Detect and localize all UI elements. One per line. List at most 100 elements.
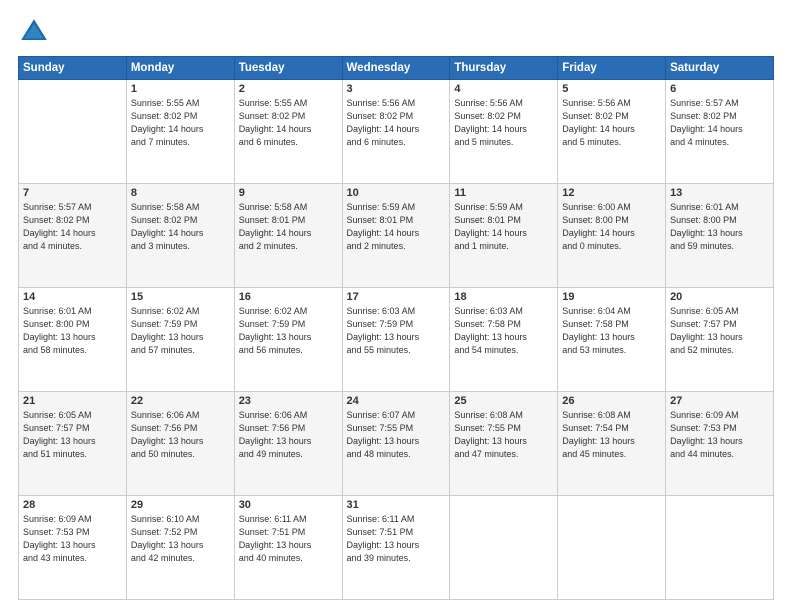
- day-info: Sunrise: 6:03 AM Sunset: 7:59 PM Dayligh…: [347, 305, 446, 357]
- calendar-day-cell: 14Sunrise: 6:01 AM Sunset: 8:00 PM Dayli…: [19, 288, 127, 392]
- calendar-day-cell: 7 Sunrise: 5:57 AM Sunset: 8:02 PM Daylig…: [19, 184, 127, 288]
- day-number: 28: [23, 499, 122, 511]
- day-number: 13: [670, 187, 769, 199]
- calendar-day-cell: 13Sunrise: 6:01 AM Sunset: 8:00 PM Dayli…: [666, 184, 774, 288]
- calendar-day-cell: 5 Sunrise: 5:56 AM Sunset: 8:02 PM Daylig…: [558, 80, 666, 184]
- day-info: Sunrise: 6:09 AM Sunset: 7:53 PM Dayligh…: [670, 409, 769, 461]
- day-info: Sunrise: 6:05 AM Sunset: 7:57 PM Dayligh…: [670, 305, 769, 357]
- calendar-day-cell: [450, 496, 558, 600]
- calendar-day-cell: 30Sunrise: 6:11 AM Sunset: 7:51 PM Dayli…: [234, 496, 342, 600]
- calendar-day-cell: 6 Sunrise: 5:57 AM Sunset: 8:02 PM Daylig…: [666, 80, 774, 184]
- day-number: 25: [454, 395, 553, 407]
- day-info: Sunrise: 5:56 AM Sunset: 8:02 PM Dayligh…: [562, 97, 661, 149]
- day-number: 18: [454, 291, 553, 303]
- calendar-week-row: 14Sunrise: 6:01 AM Sunset: 8:00 PM Dayli…: [19, 288, 774, 392]
- day-number: 16: [239, 291, 338, 303]
- day-info: Sunrise: 6:02 AM Sunset: 7:59 PM Dayligh…: [131, 305, 230, 357]
- logo-icon: [18, 16, 50, 48]
- day-info: Sunrise: 6:04 AM Sunset: 7:58 PM Dayligh…: [562, 305, 661, 357]
- calendar-day-cell: 15 Sunrise: 6:02 AM Sunset: 7:59 PM Dayli…: [126, 288, 234, 392]
- day-number: 7: [23, 187, 122, 199]
- calendar-day-cell: 23Sunrise: 6:06 AM Sunset: 7:56 PM Dayli…: [234, 392, 342, 496]
- calendar-day-header: Thursday: [450, 57, 558, 80]
- calendar-day-cell: 28 Sunrise: 6:09 AM Sunset: 7:53 PM Dayli…: [19, 496, 127, 600]
- day-number: 24: [347, 395, 446, 407]
- calendar-day-cell: 18 Sunrise: 6:03 AM Sunset: 7:58 PM Dayli…: [450, 288, 558, 392]
- calendar-day-cell: 19 Sunrise: 6:04 AM Sunset: 7:58 PM Dayli…: [558, 288, 666, 392]
- day-number: 10: [347, 187, 446, 199]
- calendar-day-header: Monday: [126, 57, 234, 80]
- day-info: Sunrise: 6:08 AM Sunset: 7:54 PM Dayligh…: [562, 409, 661, 461]
- day-info: Sunrise: 5:57 AM Sunset: 8:02 PM Dayligh…: [670, 97, 769, 149]
- calendar-day-header: Wednesday: [342, 57, 450, 80]
- day-info: Sunrise: 5:56 AM Sunset: 8:02 PM Dayligh…: [454, 97, 553, 149]
- day-number: 26: [562, 395, 661, 407]
- calendar-day-cell: [558, 496, 666, 600]
- calendar-day-cell: 27 Sunrise: 6:09 AM Sunset: 7:53 PM Dayli…: [666, 392, 774, 496]
- day-number: 1: [131, 83, 230, 95]
- day-info: Sunrise: 5:57 AM Sunset: 8:02 PM Dayligh…: [23, 201, 122, 253]
- calendar-day-cell: 12 Sunrise: 6:00 AM Sunset: 8:00 PM Dayli…: [558, 184, 666, 288]
- calendar-day-header: Saturday: [666, 57, 774, 80]
- calendar-day-cell: [666, 496, 774, 600]
- day-number: 31: [347, 499, 446, 511]
- calendar-day-cell: 17 Sunrise: 6:03 AM Sunset: 7:59 PM Dayli…: [342, 288, 450, 392]
- day-info: Sunrise: 6:00 AM Sunset: 8:00 PM Dayligh…: [562, 201, 661, 253]
- calendar-day-cell: 24Sunrise: 6:07 AM Sunset: 7:55 PM Dayli…: [342, 392, 450, 496]
- calendar-day-cell: 29Sunrise: 6:10 AM Sunset: 7:52 PM Dayli…: [126, 496, 234, 600]
- day-number: 15: [131, 291, 230, 303]
- logo: [18, 16, 56, 48]
- day-number: 21: [23, 395, 122, 407]
- day-number: 2: [239, 83, 338, 95]
- day-number: 27: [670, 395, 769, 407]
- day-number: 22: [131, 395, 230, 407]
- calendar-day-cell: 3Sunrise: 5:56 AM Sunset: 8:02 PM Daylig…: [342, 80, 450, 184]
- day-number: 17: [347, 291, 446, 303]
- calendar-day-cell: 16 Sunrise: 6:02 AM Sunset: 7:59 PM Dayli…: [234, 288, 342, 392]
- day-number: 12: [562, 187, 661, 199]
- day-info: Sunrise: 5:59 AM Sunset: 8:01 PM Dayligh…: [454, 201, 553, 253]
- day-info: Sunrise: 6:08 AM Sunset: 7:55 PM Dayligh…: [454, 409, 553, 461]
- calendar-day-header: Friday: [558, 57, 666, 80]
- calendar-week-row: 21 Sunrise: 6:05 AM Sunset: 7:57 PM Dayli…: [19, 392, 774, 496]
- day-number: 19: [562, 291, 661, 303]
- calendar-week-row: 28 Sunrise: 6:09 AM Sunset: 7:53 PM Dayli…: [19, 496, 774, 600]
- day-info: Sunrise: 5:56 AM Sunset: 8:02 PM Dayligh…: [347, 97, 446, 149]
- page: SundayMondayTuesdayWednesdayThursdayFrid…: [0, 0, 792, 612]
- day-info: Sunrise: 5:58 AM Sunset: 8:02 PM Dayligh…: [131, 201, 230, 253]
- calendar-day-cell: 31Sunrise: 6:11 AM Sunset: 7:51 PM Dayli…: [342, 496, 450, 600]
- calendar-day-cell: 11 Sunrise: 5:59 AM Sunset: 8:01 PM Dayli…: [450, 184, 558, 288]
- day-info: Sunrise: 6:03 AM Sunset: 7:58 PM Dayligh…: [454, 305, 553, 357]
- calendar-day-header: Tuesday: [234, 57, 342, 80]
- day-number: 6: [670, 83, 769, 95]
- day-number: 23: [239, 395, 338, 407]
- calendar-day-cell: 1 Sunrise: 5:55 AM Sunset: 8:02 PM Daylig…: [126, 80, 234, 184]
- calendar-day-cell: 8Sunrise: 5:58 AM Sunset: 8:02 PM Daylig…: [126, 184, 234, 288]
- calendar-day-cell: 22 Sunrise: 6:06 AM Sunset: 7:56 PM Dayli…: [126, 392, 234, 496]
- calendar-day-cell: 26 Sunrise: 6:08 AM Sunset: 7:54 PM Dayli…: [558, 392, 666, 496]
- day-info: Sunrise: 5:55 AM Sunset: 8:02 PM Dayligh…: [239, 97, 338, 149]
- day-info: Sunrise: 5:59 AM Sunset: 8:01 PM Dayligh…: [347, 201, 446, 253]
- day-number: 9: [239, 187, 338, 199]
- day-number: 4: [454, 83, 553, 95]
- day-info: Sunrise: 6:09 AM Sunset: 7:53 PM Dayligh…: [23, 513, 122, 565]
- calendar-week-row: 1 Sunrise: 5:55 AM Sunset: 8:02 PM Daylig…: [19, 80, 774, 184]
- calendar-day-cell: 20 Sunrise: 6:05 AM Sunset: 7:57 PM Dayli…: [666, 288, 774, 392]
- day-info: Sunrise: 5:55 AM Sunset: 8:02 PM Dayligh…: [131, 97, 230, 149]
- day-info: Sunrise: 6:11 AM Sunset: 7:51 PM Dayligh…: [239, 513, 338, 565]
- day-number: 14: [23, 291, 122, 303]
- calendar-day-header: Sunday: [19, 57, 127, 80]
- day-number: 11: [454, 187, 553, 199]
- day-info: Sunrise: 6:02 AM Sunset: 7:59 PM Dayligh…: [239, 305, 338, 357]
- calendar-day-cell: 2 Sunrise: 5:55 AM Sunset: 8:02 PM Daylig…: [234, 80, 342, 184]
- calendar-day-cell: 4 Sunrise: 5:56 AM Sunset: 8:02 PM Daylig…: [450, 80, 558, 184]
- day-info: Sunrise: 6:06 AM Sunset: 7:56 PM Dayligh…: [131, 409, 230, 461]
- calendar-day-cell: 25 Sunrise: 6:08 AM Sunset: 7:55 PM Dayli…: [450, 392, 558, 496]
- calendar-table: SundayMondayTuesdayWednesdayThursdayFrid…: [18, 56, 774, 600]
- day-info: Sunrise: 6:05 AM Sunset: 7:57 PM Dayligh…: [23, 409, 122, 461]
- day-number: 5: [562, 83, 661, 95]
- calendar-day-cell: 10 Sunrise: 5:59 AM Sunset: 8:01 PM Dayli…: [342, 184, 450, 288]
- calendar-header-row: SundayMondayTuesdayWednesdayThursdayFrid…: [19, 57, 774, 80]
- day-number: 29: [131, 499, 230, 511]
- day-number: 20: [670, 291, 769, 303]
